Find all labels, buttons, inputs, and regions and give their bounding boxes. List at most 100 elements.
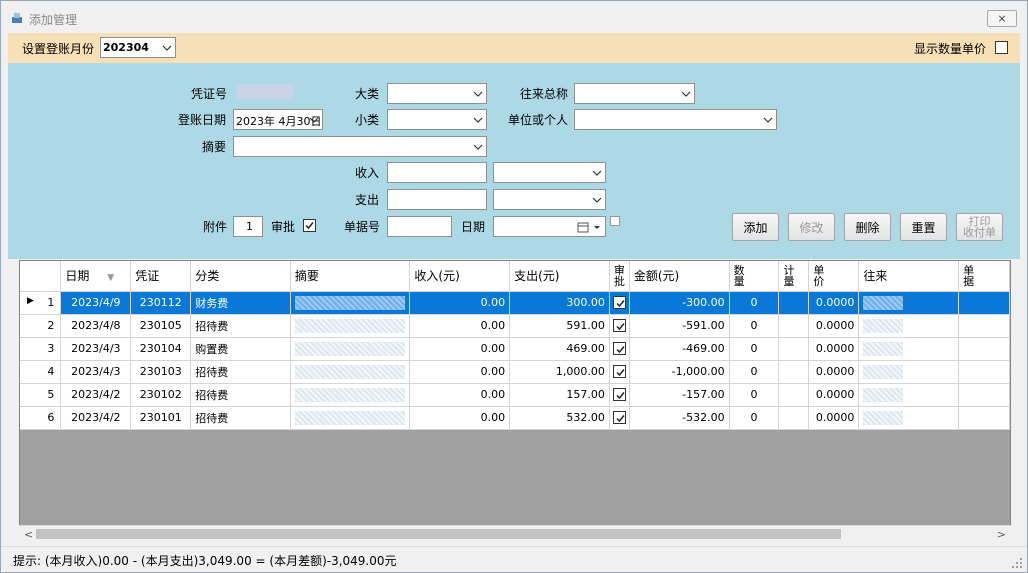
- show-unit-price-checkbox[interactable]: [995, 41, 1008, 54]
- cell-voucher[interactable]: 230104: [130, 337, 192, 361]
- approve-checkbox[interactable]: [303, 219, 316, 232]
- cell-partner[interactable]: [858, 383, 960, 407]
- col-category-header[interactable]: 分类: [190, 261, 291, 292]
- table-row[interactable]: 3 2023/4/3 230104 购置费 0.00 469.00 -469.00 0 0.00…: [20, 337, 1010, 361]
- table-row[interactable]: 5 2023/4/2 230102 招待费 0.00 157.00 -157.00 0 0.00…: [20, 383, 1010, 407]
- cell-approve[interactable]: [609, 314, 630, 338]
- cell-price[interactable]: 0.0000: [808, 383, 860, 407]
- cell-unit[interactable]: [778, 291, 810, 315]
- cell-summary[interactable]: [290, 337, 411, 361]
- cell-approve[interactable]: [609, 291, 630, 315]
- reset-button[interactable]: 重置: [900, 213, 947, 241]
- cell-date[interactable]: 2023/4/2: [60, 383, 132, 407]
- income-input[interactable]: [387, 162, 487, 183]
- approve-checkbox[interactable]: [612, 342, 626, 356]
- cell-voucher[interactable]: 230112: [130, 291, 192, 315]
- cell-date[interactable]: 2023/4/8: [60, 314, 132, 338]
- cell-expense[interactable]: 300.00: [509, 291, 610, 315]
- modify-button[interactable]: 修改: [788, 213, 835, 241]
- cell-expense[interactable]: 532.00: [509, 406, 610, 430]
- close-button[interactable]: ⨯: [987, 10, 1017, 27]
- cell-income[interactable]: 0.00: [409, 406, 511, 430]
- col-expense-header[interactable]: 支出(元): [509, 261, 610, 292]
- row-header[interactable]: 5: [20, 383, 62, 407]
- col-doc-header[interactable]: 单据: [958, 261, 1010, 292]
- cell-summary[interactable]: [290, 383, 411, 407]
- col-income-header[interactable]: 收入(元): [409, 261, 511, 292]
- cell-approve[interactable]: [609, 360, 630, 384]
- col-summary-header[interactable]: 摘要: [290, 261, 411, 292]
- cell-date[interactable]: 2023/4/3: [60, 337, 132, 361]
- scroll-left-icon[interactable]: <: [24, 528, 33, 541]
- month-select[interactable]: 202304: [100, 37, 176, 58]
- cell-date[interactable]: 2023/4/2: [60, 406, 132, 430]
- cell-income[interactable]: 0.00: [409, 383, 511, 407]
- row-header[interactable]: 6: [20, 406, 62, 430]
- scroll-right-icon[interactable]: >: [997, 528, 1006, 541]
- cell-unit[interactable]: [778, 360, 810, 384]
- partner-total-select[interactable]: [574, 83, 695, 104]
- horizontal-scrollbar[interactable]: < >: [19, 525, 1011, 542]
- attachment-input[interactable]: 1: [233, 216, 263, 237]
- approve-checkbox[interactable]: [612, 365, 626, 379]
- cell-expense[interactable]: 469.00: [509, 337, 610, 361]
- cell-voucher[interactable]: 230101: [130, 406, 192, 430]
- cell-approve[interactable]: [609, 383, 630, 407]
- cell-price[interactable]: 0.0000: [808, 314, 860, 338]
- doc-date-picker[interactable]: [493, 216, 606, 237]
- cell-partner[interactable]: [858, 360, 960, 384]
- table-row[interactable]: 6 2023/4/2 230101 招待费 0.00 532.00 -532.00 0 0.00…: [20, 406, 1010, 430]
- cell-doc[interactable]: [958, 337, 1010, 361]
- post-date-picker[interactable]: 2023年 4月30日: [233, 109, 323, 130]
- table-row[interactable]: 4 2023/4/3 230103 招待费 0.00 1,000.00 -1,000.00 0…: [20, 360, 1010, 384]
- cell-income[interactable]: 0.00: [409, 337, 511, 361]
- cell-summary[interactable]: [290, 360, 411, 384]
- approve-checkbox[interactable]: [612, 319, 626, 333]
- cell-price[interactable]: 0.0000: [808, 291, 860, 315]
- cell-date[interactable]: 2023/4/3: [60, 360, 132, 384]
- cell-category[interactable]: 财务费: [190, 291, 291, 315]
- cell-doc[interactable]: [958, 406, 1010, 430]
- cell-income[interactable]: 0.00: [409, 360, 511, 384]
- cell-summary[interactable]: [290, 291, 411, 315]
- cell-date[interactable]: 2023/4/9: [60, 291, 132, 315]
- cell-qty[interactable]: 0: [729, 406, 780, 430]
- cell-qty[interactable]: 0: [729, 314, 780, 338]
- cell-amount[interactable]: -300.00: [629, 291, 730, 315]
- subcategory-select[interactable]: [387, 109, 487, 130]
- cell-category[interactable]: 招待费: [190, 360, 291, 384]
- row-header[interactable]: 4: [20, 360, 62, 384]
- table-row[interactable]: ▶ 1 2023/4/9 230112 财务费 0.00 300.00 -300.00 0 0.0…: [20, 291, 1010, 315]
- table-row[interactable]: 2 2023/4/8 230105 招待费 0.00 591.00 -591.00 0 0.00…: [20, 314, 1010, 338]
- cell-doc[interactable]: [958, 383, 1010, 407]
- summary-select[interactable]: [233, 136, 487, 157]
- cell-amount[interactable]: -469.00: [629, 337, 730, 361]
- cell-price[interactable]: 0.0000: [808, 406, 860, 430]
- cell-expense[interactable]: 157.00: [509, 383, 610, 407]
- expense-input[interactable]: [387, 189, 487, 210]
- cell-income[interactable]: 0.00: [409, 314, 511, 338]
- cell-approve[interactable]: [609, 406, 630, 430]
- expense-account-select[interactable]: [493, 189, 606, 210]
- cell-amount[interactable]: -591.00: [629, 314, 730, 338]
- cell-doc[interactable]: [958, 291, 1010, 315]
- doc-no-input[interactable]: [387, 216, 452, 237]
- approve-checkbox[interactable]: [612, 296, 626, 310]
- income-account-select[interactable]: [493, 162, 606, 183]
- cell-price[interactable]: 0.0000: [808, 360, 860, 384]
- cell-qty[interactable]: 0: [729, 337, 780, 361]
- approve-checkbox[interactable]: [612, 388, 626, 402]
- cell-amount[interactable]: -1,000.00: [629, 360, 730, 384]
- cell-amount[interactable]: -532.00: [629, 406, 730, 430]
- cell-unit[interactable]: [778, 383, 810, 407]
- delete-button[interactable]: 删除: [844, 213, 891, 241]
- col-date-header[interactable]: 日期 ▼: [60, 261, 132, 292]
- row-header[interactable]: 3: [20, 337, 62, 361]
- cell-voucher[interactable]: 230103: [130, 360, 192, 384]
- cell-unit[interactable]: [778, 314, 810, 338]
- cell-unit[interactable]: [778, 337, 810, 361]
- row-header[interactable]: ▶ 1: [20, 291, 62, 315]
- doc-date-checkbox[interactable]: [610, 216, 620, 226]
- cell-category[interactable]: 购置费: [190, 337, 291, 361]
- col-price-header[interactable]: 单价: [808, 261, 860, 292]
